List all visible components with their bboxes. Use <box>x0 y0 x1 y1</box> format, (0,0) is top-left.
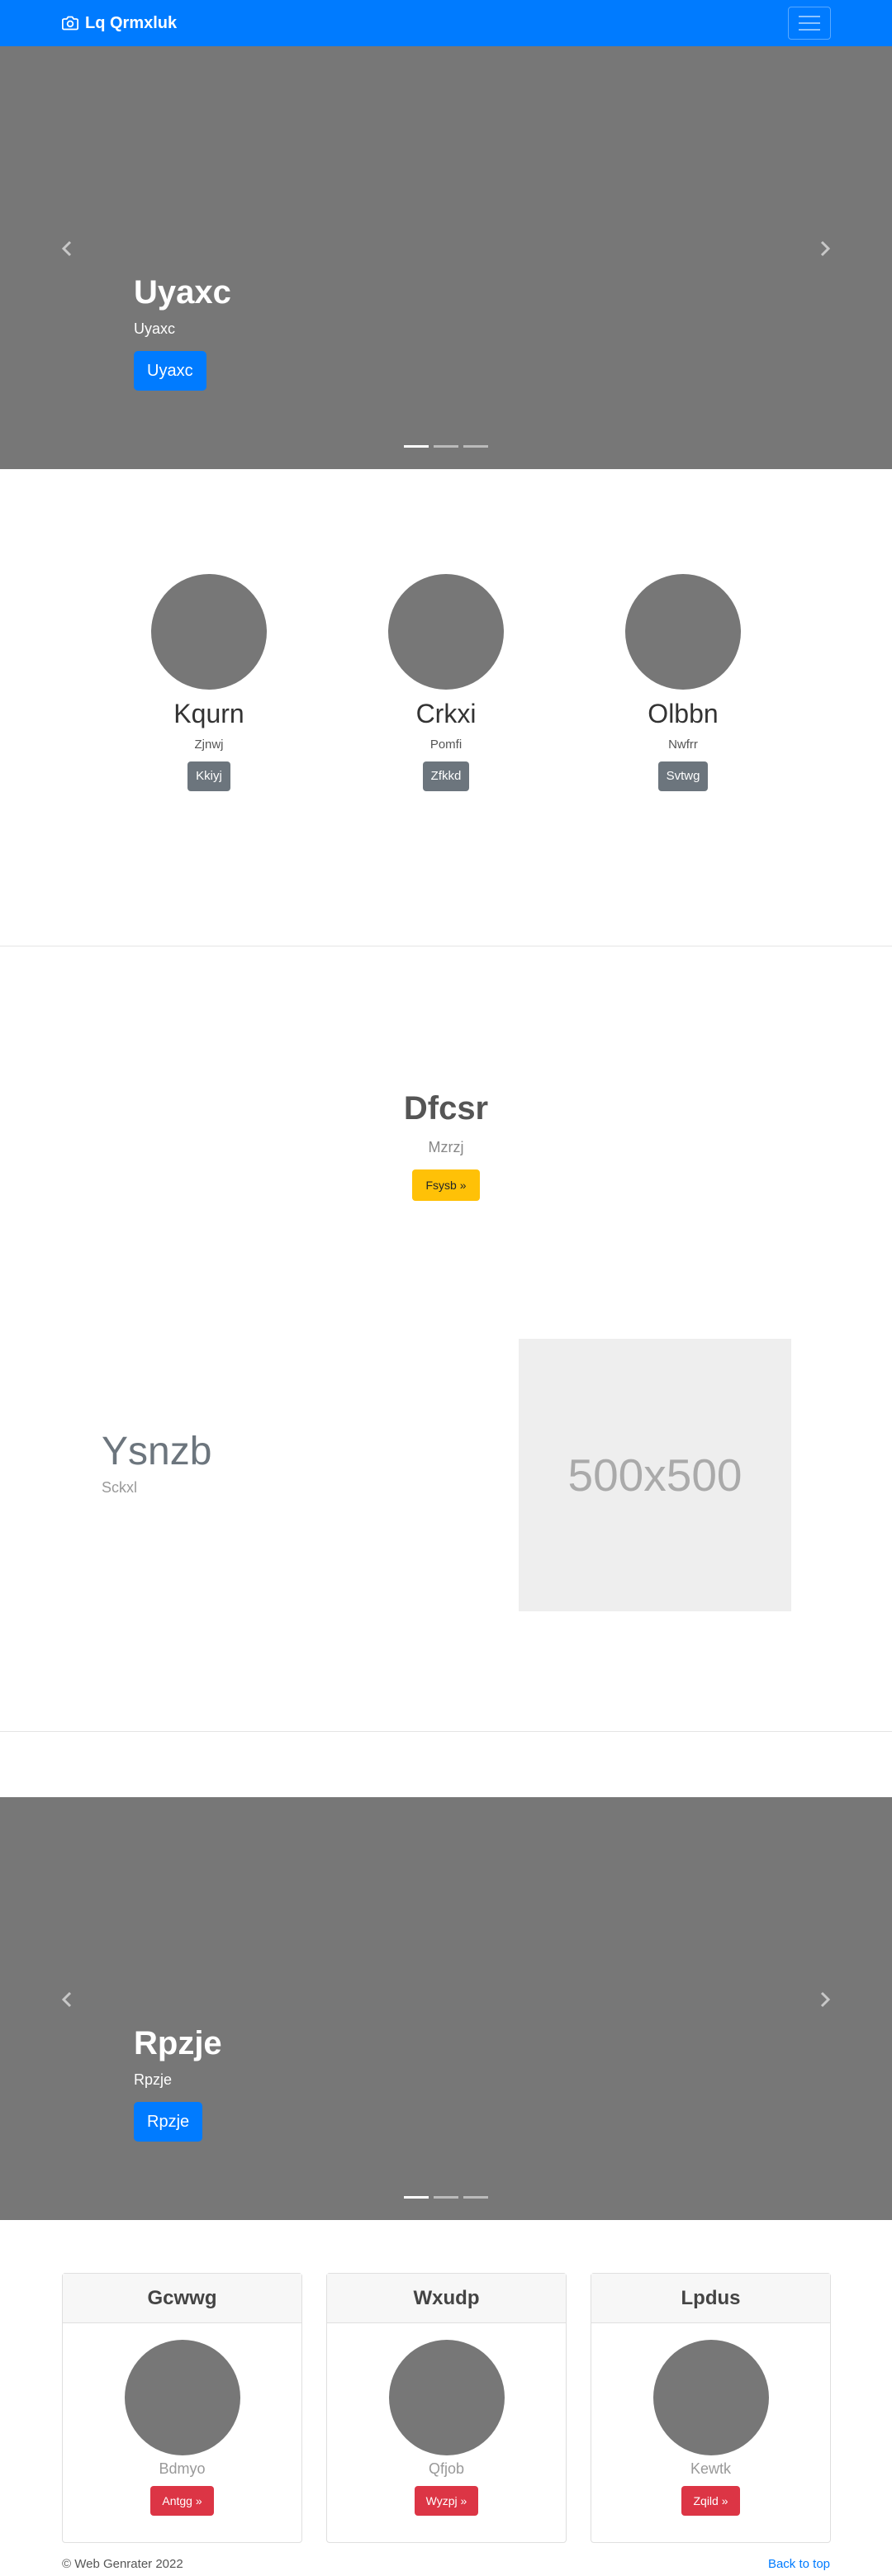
marketing-text: Nwfrr <box>668 738 698 752</box>
marketing-button[interactable]: Zfkkd <box>422 761 470 792</box>
placeholder-circle-image <box>124 2340 240 2455</box>
marketing-heading: Crkxi <box>415 699 477 728</box>
card-text: Qfjob <box>428 2460 465 2477</box>
marketing-heading: Kqurn <box>173 699 244 728</box>
marketing-button[interactable]: Kkiyj <box>187 761 230 792</box>
footer: © Web Genrater 2022 Back to top <box>62 2557 830 2571</box>
hamburger-icon <box>799 16 820 17</box>
placeholder-circle-image <box>388 2340 505 2455</box>
back-to-top-link[interactable]: Back to top <box>768 2557 830 2571</box>
card-header: Gcwwg <box>63 2274 301 2323</box>
carousel-cta-button[interactable]: Uyaxc <box>134 351 206 391</box>
marketing-heading: Olbbn <box>648 699 719 728</box>
hero-carousel: Uyaxc Uyaxc Uyaxc <box>0 46 892 469</box>
placeholder-circle-image <box>625 574 741 690</box>
carousel-indicators <box>0 445 892 448</box>
card-button[interactable]: Antgg » <box>150 2486 214 2516</box>
card: Wxudp Qfjob Wyzpj » <box>326 2273 567 2543</box>
carousel-caption: Rpzje Rpzje Rpzje <box>134 2023 629 2142</box>
card-body: Bdmyo Antgg » <box>63 2323 301 2516</box>
carousel-title: Uyaxc <box>134 274 231 311</box>
featurette-subtext: Sckxl <box>102 1478 138 1496</box>
feature-text: Mzrzj <box>428 1139 464 1155</box>
chevron-right-icon <box>820 1991 831 2008</box>
marketing-text: Pomfi <box>429 738 463 752</box>
chevron-left-icon <box>61 240 72 257</box>
placeholder-circle-image <box>652 2340 769 2455</box>
card-button[interactable]: Wyzpj » <box>414 2486 479 2516</box>
placeholder-circle-image <box>151 574 267 690</box>
feature-button[interactable]: Fsysb » <box>412 1169 480 1201</box>
carousel-title: Rpzje <box>134 2025 222 2061</box>
carousel-prev-button[interactable] <box>55 1987 79 2012</box>
carousel-next-button[interactable] <box>813 1987 837 2012</box>
card-text: Bdmyo <box>159 2460 206 2477</box>
carousel-indicator[interactable] <box>434 445 458 448</box>
footer-copyright: © Web Genrater 2022 <box>62 2557 183 2571</box>
placeholder-circle-image <box>388 574 504 690</box>
carousel-next-button[interactable] <box>813 236 837 261</box>
chevron-right-icon <box>820 240 831 257</box>
brand-link[interactable]: Lq Qrmxluk <box>62 0 177 46</box>
carousel-prev-button[interactable] <box>55 236 79 261</box>
carousel-subtitle: Rpzje <box>134 2071 173 2088</box>
card-body: Kewtk Zqild » <box>591 2323 830 2516</box>
card-text: Kewtk <box>690 2460 732 2477</box>
marketing-button[interactable]: Svtwg <box>657 761 709 792</box>
chevron-left-icon <box>61 1991 72 2008</box>
card: Gcwwg Bdmyo Antgg » <box>62 2273 302 2543</box>
carousel-indicator[interactable] <box>404 445 429 448</box>
navbar-toggler-button[interactable] <box>788 7 831 40</box>
marketing-column: Olbbn Nwfrr Svtwg <box>584 574 782 792</box>
feature-heading: Dfcsr <box>403 1090 489 1127</box>
featurette-text: Ysnzb Sckxl <box>102 1430 211 1497</box>
section-divider <box>0 1731 892 1732</box>
card: Lpdus Kewtk Zqild » <box>591 2273 831 2543</box>
carousel-indicators <box>0 2196 892 2199</box>
card-body: Qfjob Wyzpj » <box>327 2323 566 2516</box>
second-carousel: Rpzje Rpzje Rpzje <box>0 1797 892 2220</box>
card-header: Lpdus <box>591 2274 830 2323</box>
navbar: Lq Qrmxluk <box>0 0 892 46</box>
brand-name: Lq Qrmxluk <box>85 13 178 32</box>
marketing-column: Crkxi Pomfi Zfkkd <box>347 574 545 792</box>
marketing-column: Kqurn Zjnwj Kkiyj <box>110 574 308 792</box>
carousel-subtitle: Uyaxc <box>134 320 176 337</box>
marketing-text: Zjnwj <box>194 738 224 752</box>
featurette-image: 500x500 <box>519 1339 791 1611</box>
featurette-heading: Ysnzb <box>102 1430 212 1473</box>
carousel-cta-button[interactable]: Rpzje <box>134 2102 203 2142</box>
card-header: Wxudp <box>327 2274 566 2323</box>
carousel-indicator[interactable] <box>434 2196 458 2199</box>
carousel-indicator[interactable] <box>463 445 488 448</box>
carousel-indicator[interactable] <box>463 2196 488 2199</box>
card-button[interactable]: Zqild » <box>681 2486 740 2516</box>
carousel-caption: Uyaxc Uyaxc Uyaxc <box>134 273 629 391</box>
feature-block: Dfcsr Mzrzj Fsysb » <box>0 1090 892 1201</box>
carousel-indicator[interactable] <box>404 2196 429 2199</box>
camera-icon <box>62 16 78 31</box>
